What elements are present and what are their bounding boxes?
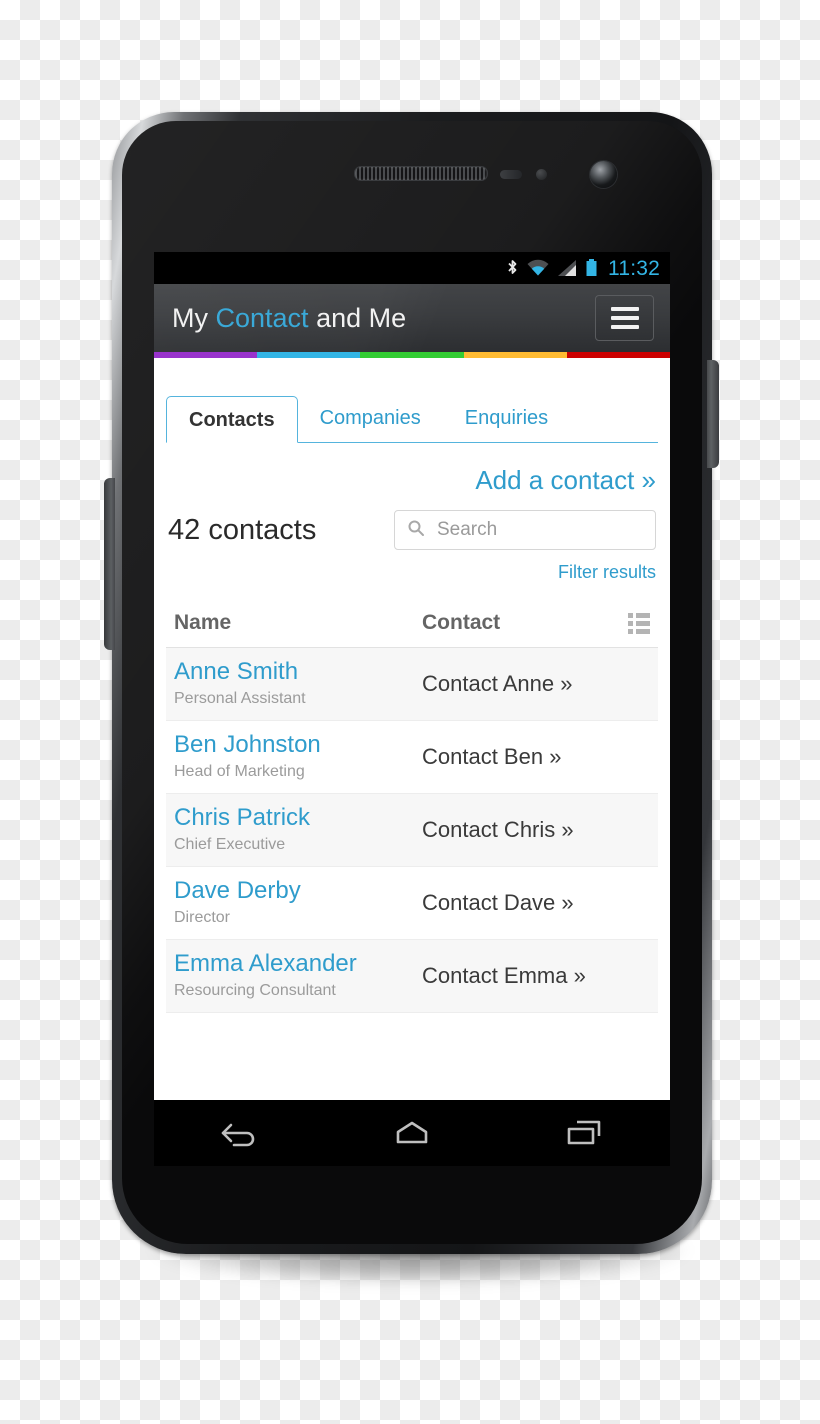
menu-bar-1 xyxy=(610,307,639,311)
list-view-icon[interactable] xyxy=(628,612,650,634)
color-stripe xyxy=(154,352,670,358)
home-icon xyxy=(396,1121,428,1144)
tab-enquiries[interactable]: Enquiries xyxy=(443,395,570,442)
list-view-row xyxy=(628,620,650,626)
bluetooth-icon xyxy=(506,258,519,278)
list-view-row xyxy=(628,628,650,634)
contact-action-link[interactable]: Contact Chris » xyxy=(422,817,650,843)
contact-name-link[interactable]: Anne Smith xyxy=(174,658,422,686)
filter-row: Filter results xyxy=(154,562,656,583)
contact-action-link[interactable]: Contact Ben » xyxy=(422,744,650,770)
table-row: Dave Derby Director Contact Dave » xyxy=(166,866,658,940)
battery-icon xyxy=(585,258,598,278)
stripe-purple xyxy=(154,352,258,358)
contact-name-cell: Anne Smith Personal Assistant xyxy=(174,658,422,710)
menu-bar-3 xyxy=(610,325,639,329)
column-header-contact: Contact xyxy=(422,611,501,634)
status-bar: 11:32 xyxy=(154,252,670,284)
table-row: Anne Smith Personal Assistant Contact Anne… xyxy=(166,648,658,721)
contact-name-link[interactable]: Chris Patrick xyxy=(174,804,422,832)
android-navigation-bar xyxy=(154,1100,670,1166)
count-and-search-row: 42 contacts xyxy=(168,510,656,550)
app-header: My Contact and Me xyxy=(154,284,670,352)
contact-role-label: Director xyxy=(174,909,231,927)
contacts-count-label: 42 contacts xyxy=(168,513,317,546)
search-icon xyxy=(407,519,425,542)
menu-bar-2 xyxy=(610,316,639,320)
proximity-sensor-icon xyxy=(500,170,522,179)
table-row: Chris Patrick Chief Executive Contact Chri… xyxy=(166,793,658,867)
wifi-icon xyxy=(526,259,550,277)
volume-rocker-button[interactable] xyxy=(104,478,115,650)
recents-button[interactable] xyxy=(529,1109,639,1157)
table-body: Anne Smith Personal Assistant Contact Anne… xyxy=(166,648,658,1013)
contact-name-link[interactable]: Emma Alexander xyxy=(174,950,422,978)
contact-name-cell: Ben Johnston Head of Marketing xyxy=(174,731,422,783)
stripe-green xyxy=(360,352,464,358)
contact-action-link[interactable]: Contact Dave » xyxy=(422,890,650,916)
search-input[interactable] xyxy=(435,518,643,542)
search-box[interactable] xyxy=(394,510,656,550)
front-camera-icon xyxy=(590,161,617,188)
app-title-accent: Contact xyxy=(215,302,309,333)
recent-apps-icon xyxy=(567,1120,601,1145)
back-button[interactable] xyxy=(185,1109,295,1157)
tab-bar: Contacts Companies Enquiries xyxy=(166,382,658,443)
app-title-suffix: and Me xyxy=(308,302,407,333)
add-contact-row: Add a contact » xyxy=(154,465,656,496)
cellular-signal-icon xyxy=(557,259,578,277)
phone-screen: 11:32 My Contact and Me Contacts Companie… xyxy=(154,252,670,1166)
contacts-table: Name Contact Anne Smith Personal Assistan… xyxy=(166,603,658,1013)
stripe-red xyxy=(566,352,670,358)
column-header-name: Name xyxy=(174,611,232,634)
contact-role-label: Resourcing Consultant xyxy=(174,981,336,999)
contact-role-label: Personal Assistant xyxy=(174,690,306,708)
stripe-blue xyxy=(257,352,361,358)
table-row: Ben Johnston Head of Marketing Contact Ben… xyxy=(166,720,658,794)
add-contact-link[interactable]: Add a contact » xyxy=(475,465,656,495)
contact-action-link[interactable]: Contact Emma » xyxy=(422,963,650,989)
power-button[interactable] xyxy=(707,360,719,468)
app-title-prefix: My xyxy=(172,302,216,333)
stripe-amber xyxy=(463,352,567,358)
tab-companies[interactable]: Companies xyxy=(298,395,443,442)
hamburger-menu-icon[interactable] xyxy=(595,295,654,341)
page-content: Contacts Companies Enquiries Add a contact… xyxy=(154,382,670,1013)
earpiece-speaker xyxy=(354,166,488,181)
status-bar-clock: 11:32 xyxy=(608,256,660,280)
contact-name-link[interactable]: Ben Johnston xyxy=(174,731,422,759)
contact-role-label: Chief Executive xyxy=(174,836,286,854)
home-button[interactable] xyxy=(357,1109,467,1157)
table-header-row: Name Contact xyxy=(166,603,658,648)
contact-role-label: Head of Marketing xyxy=(174,763,305,781)
back-arrow-icon xyxy=(221,1123,255,1147)
list-view-row xyxy=(628,612,650,618)
filter-results-link[interactable]: Filter results xyxy=(558,562,656,582)
contact-name-cell: Emma Alexander Resourcing Consultant xyxy=(174,950,422,1002)
table-row: Emma Alexander Resourcing Consultant Conta… xyxy=(166,939,658,1013)
contact-action-link[interactable]: Contact Anne » xyxy=(422,671,650,697)
ambient-light-sensor-icon xyxy=(536,169,547,180)
contact-name-link[interactable]: Dave Derby xyxy=(174,877,422,905)
contact-name-cell: Dave Derby Director xyxy=(174,877,422,929)
app-title: My Contact and Me xyxy=(172,303,406,334)
contact-name-cell: Chris Patrick Chief Executive xyxy=(174,804,422,856)
tab-contacts[interactable]: Contacts xyxy=(166,396,298,443)
